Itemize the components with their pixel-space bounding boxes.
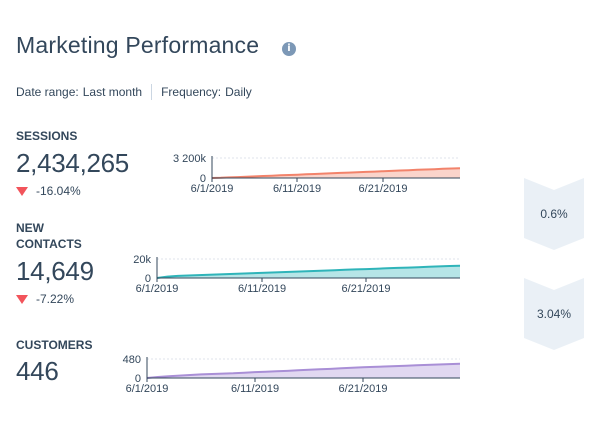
date-range-label: Date range: [16, 85, 79, 99]
conversion-rate-0: 0.6% [540, 207, 568, 221]
new-contacts-label: NEW CONTACTS [16, 220, 82, 252]
x-tick-label: 6/1/2019 [136, 283, 179, 295]
customers-chart: 04806/1/2019 6/11/2019 6/21/2019 [123, 354, 461, 395]
new-contacts-label-line-2: CONTACTS [16, 237, 82, 251]
down-triangle-icon [16, 186, 28, 196]
y-tick-label: 20k [133, 254, 151, 266]
y-tick-label: 480 [123, 354, 141, 366]
sessions-change-value: -16.04% [36, 184, 81, 198]
frequency-filter[interactable]: Frequency: Daily [161, 85, 252, 99]
x-tick-label: 6/11/2019 [273, 183, 321, 195]
x-tick-label: 6/1/2019 [191, 183, 234, 195]
page-title: Marketing Performance [16, 32, 260, 58]
x-tick-label: 6/21/2019 [359, 183, 408, 195]
new-contacts-change-value: -7.22% [36, 292, 75, 306]
x-tick-label: 6/21/2019 [342, 283, 391, 295]
x-tick-label: 6/21/2019 [339, 383, 388, 395]
new-contacts-chart: 020k6/1/2019 6/11/2019 6/21/2019 [133, 254, 461, 295]
x-tick-label: 6/1/2019 [126, 383, 169, 395]
filter-divider [151, 84, 153, 100]
conversion-chevron-sessions-contacts: 0.6% [524, 178, 584, 250]
frequency-label: Frequency: [161, 85, 222, 99]
customers-label: CUSTOMERS [16, 338, 93, 352]
new-contacts-change: -7.22% [16, 292, 74, 306]
sessions-label: SESSIONS [16, 129, 78, 143]
date-range-filter[interactable]: Date range: Last month [16, 85, 142, 99]
date-range-value: Last month [82, 85, 143, 99]
sessions-chart: 03 200k6/1/2019 6/11/2019 6/21/2019 [173, 153, 461, 195]
filter-bar: Date range: Last month Frequency: Daily [16, 84, 252, 100]
x-tick-label: 6/11/2019 [231, 383, 279, 395]
frequency-value: Daily [225, 85, 252, 99]
info-icon[interactable]: i [282, 42, 296, 56]
conversion-rate-1: 3.04% [536, 307, 572, 321]
y-tick-label: 3 200k [173, 153, 207, 165]
new-contacts-label-line-1: NEW [16, 221, 44, 235]
customers-value: 446 [16, 356, 59, 386]
new-contacts-value: 14,649 [16, 256, 94, 286]
down-triangle-icon [16, 294, 28, 304]
x-tick-label: 6/11/2019 [238, 283, 286, 295]
sessions-change: -16.04% [16, 184, 81, 198]
conversion-chevron-contacts-customers: 3.04% [524, 278, 584, 350]
sessions-value: 2,434,265 [16, 148, 129, 178]
